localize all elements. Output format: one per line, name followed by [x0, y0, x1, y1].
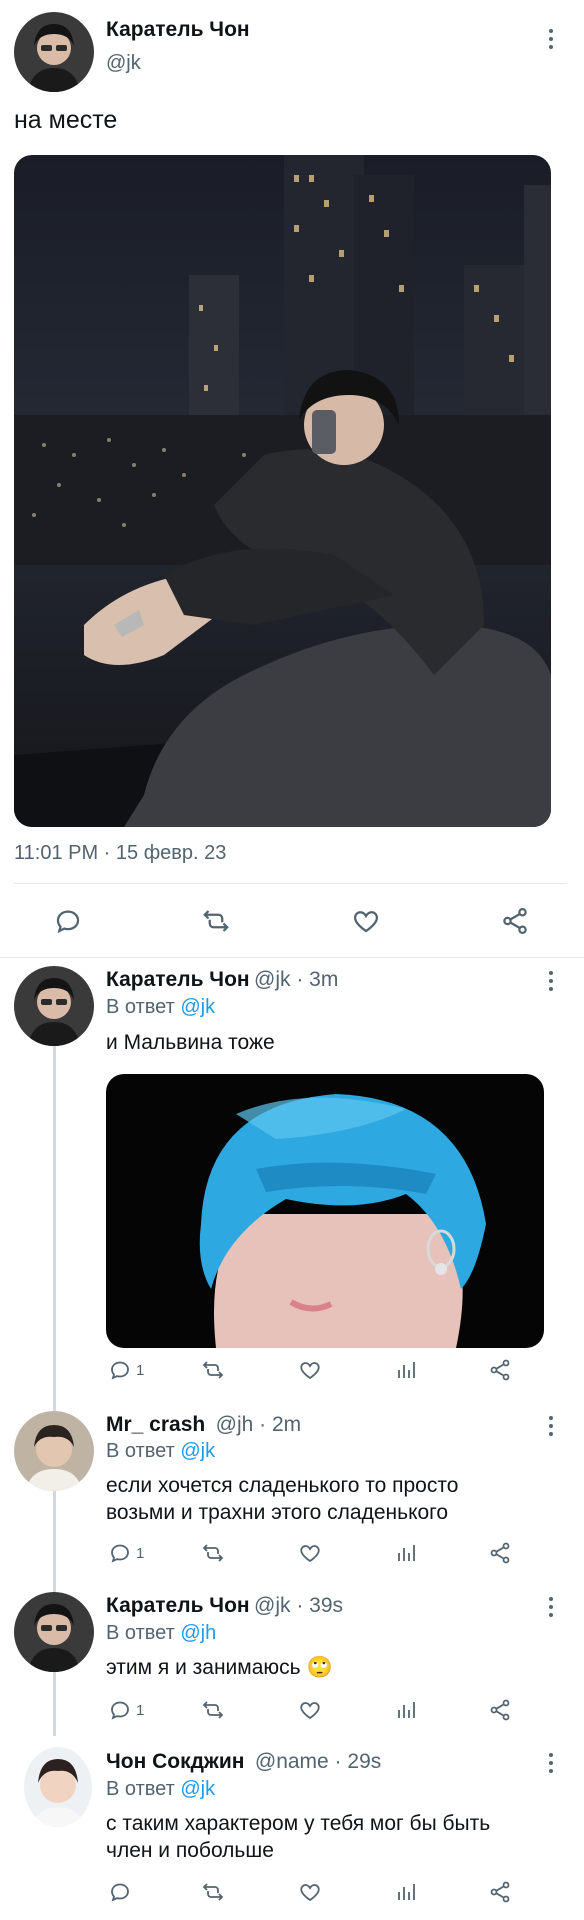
- reply-header: Mr_ crash @jh · 2m: [106, 1413, 301, 1437]
- reply-prefix: В ответ: [106, 1778, 181, 1800]
- more-options-icon[interactable]: [541, 24, 561, 54]
- reply-icon: [111, 1701, 129, 1720]
- share-icon[interactable]: [500, 906, 530, 936]
- analytics-icon[interactable]: [394, 1541, 418, 1565]
- reply-to-link[interactable]: @jk: [180, 1440, 215, 1462]
- avatar[interactable]: [14, 12, 94, 92]
- reply-to-link[interactable]: @jk: [180, 1778, 215, 1800]
- more-options-icon[interactable]: [541, 1748, 561, 1778]
- author-meta[interactable]: @jh · 2m: [216, 1413, 302, 1436]
- reply-context: В ответ @jk: [106, 996, 215, 1019]
- tweet-text-line: член и побольше: [106, 1839, 274, 1862]
- reply-icon: [111, 1883, 129, 1902]
- author-meta[interactable]: @jk · 3m: [254, 968, 338, 991]
- analytics-icon[interactable]: [394, 1880, 418, 1904]
- reply-prefix: В ответ: [106, 1622, 181, 1644]
- avatar[interactable]: [14, 1411, 94, 1491]
- retweet-icon[interactable]: [200, 1358, 226, 1382]
- author-name[interactable]: Каратель Чон: [106, 968, 250, 991]
- reply-to-link[interactable]: @jh: [180, 1622, 216, 1644]
- reply-count: 1: [136, 1361, 145, 1379]
- more-options-icon[interactable]: [541, 1411, 561, 1441]
- retweet-icon[interactable]: [200, 1541, 226, 1565]
- tweet-text-body: этим я и занимаюсь: [106, 1656, 301, 1679]
- tweet-text-line: если хочется сладенького то просто: [106, 1474, 459, 1497]
- avatar[interactable]: [14, 1592, 94, 1672]
- reply-context: В ответ @jh: [106, 1622, 216, 1645]
- reply-count: 1: [136, 1544, 145, 1562]
- author-name[interactable]: Чон Сокджин: [106, 1750, 244, 1773]
- tweet-text: если хочется сладенького то просто возьм…: [106, 1472, 458, 1526]
- tweet-text: и Мальвина тоже: [106, 1031, 275, 1054]
- analytics-icon[interactable]: [394, 1358, 418, 1382]
- tweet-text-line: с таким характером у тебя мог бы быть: [106, 1812, 491, 1835]
- eye-roll-emoji-icon: 🙄: [306, 1656, 333, 1679]
- more-options-icon[interactable]: [541, 966, 561, 996]
- author-handle[interactable]: @jk: [106, 52, 141, 75]
- like-icon[interactable]: [298, 1698, 322, 1722]
- tweet-text: на месте: [14, 106, 118, 134]
- divider: [0, 957, 584, 958]
- share-icon[interactable]: [488, 1541, 512, 1565]
- reply-context: В ответ @jk: [106, 1778, 215, 1801]
- reply-button[interactable]: 1: [108, 1541, 144, 1565]
- reply-header: Чон Сокджин @name · 29s: [106, 1750, 381, 1774]
- like-icon[interactable]: [298, 1541, 322, 1565]
- avatar[interactable]: [14, 966, 94, 1046]
- reply-icon: [111, 1544, 129, 1563]
- share-icon[interactable]: [488, 1358, 512, 1382]
- tweet-photo[interactable]: [14, 155, 551, 827]
- like-icon[interactable]: [351, 906, 381, 936]
- analytics-icon[interactable]: [394, 1698, 418, 1722]
- author-name[interactable]: Каратель Чон: [106, 18, 250, 42]
- like-icon[interactable]: [298, 1358, 322, 1382]
- reply-icon[interactable]: [53, 906, 83, 936]
- tweet-photo[interactable]: [106, 1074, 544, 1348]
- reply-button[interactable]: 1: [108, 1358, 144, 1382]
- avatar[interactable]: [24, 1747, 92, 1827]
- reply-header: Каратель Чон @jk · 3m: [106, 968, 338, 992]
- like-icon[interactable]: [298, 1880, 322, 1904]
- reply-icon: [111, 1361, 129, 1380]
- divider: [14, 883, 567, 884]
- reply-header: Каратель Чон @jk · 39s: [106, 1594, 343, 1618]
- reply-prefix: В ответ: [106, 1440, 181, 1462]
- tweet-text: этим я и занимаюсь 🙄: [106, 1654, 333, 1681]
- reply-button[interactable]: 1: [108, 1698, 144, 1722]
- share-icon[interactable]: [488, 1698, 512, 1722]
- reply-context: В ответ @jk: [106, 1440, 215, 1463]
- retweet-icon[interactable]: [200, 1698, 226, 1722]
- retweet-icon[interactable]: [200, 906, 232, 936]
- reply-count: 1: [136, 1701, 145, 1719]
- reply-to-link[interactable]: @jk: [180, 996, 215, 1018]
- retweet-icon[interactable]: [200, 1880, 226, 1904]
- author-name[interactable]: Каратель Чон: [106, 1594, 250, 1617]
- tweet-timestamp[interactable]: 11:01 PM · 15 февр. 23: [14, 842, 226, 865]
- author-meta[interactable]: @name · 29s: [255, 1750, 381, 1773]
- reply-prefix: В ответ: [106, 996, 181, 1018]
- tweet-text: с таким характером у тебя мог бы быть чл…: [106, 1810, 490, 1864]
- tweet-text-line: возьми и трахни этого сладенького: [106, 1501, 449, 1524]
- reply-button[interactable]: [108, 1880, 132, 1904]
- author-name[interactable]: Mr_ crash: [106, 1413, 205, 1436]
- share-icon[interactable]: [488, 1880, 512, 1904]
- more-options-icon[interactable]: [541, 1592, 561, 1622]
- author-meta[interactable]: @jk · 39s: [254, 1594, 343, 1617]
